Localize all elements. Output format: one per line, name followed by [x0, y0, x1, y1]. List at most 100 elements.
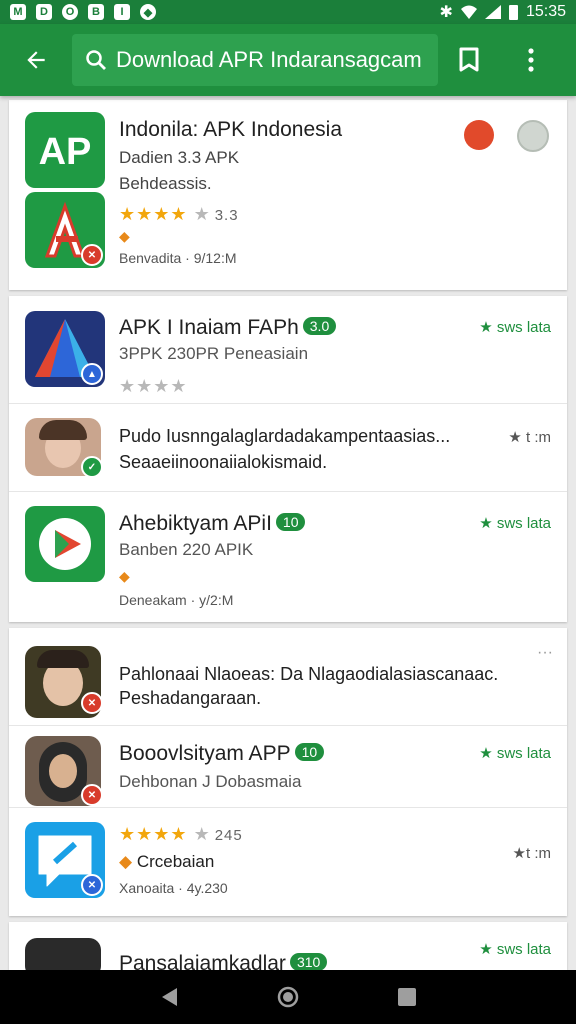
ap-logo-icon: AP	[39, 131, 92, 173]
app-title[interactable]: APK I Inaiam FAPh 3.0	[119, 316, 337, 340]
app-title-text: APK I Inaiam FAPh	[119, 316, 299, 339]
more-vert-icon	[528, 48, 534, 72]
app-icon[interactable]: ✕	[25, 822, 105, 898]
version-pill: 10	[294, 743, 325, 761]
brand-badge-icon: ✕	[81, 784, 103, 806]
app-subtitle: Banben 220 APIK	[119, 540, 254, 559]
brand-badge-icon: ✕	[81, 244, 103, 266]
post-text: Peshadangaraan.	[119, 688, 262, 708]
home-nav-icon[interactable]	[277, 986, 299, 1008]
list-item[interactable]: ✕ Pahlonaai Nlaoeas: Da Nlagaodialasiasc…	[9, 628, 567, 726]
app-icon[interactable]: AP	[25, 112, 105, 188]
battery-icon	[508, 4, 518, 20]
notification-icon: I	[114, 4, 130, 20]
app-meta: Deneakam · y/2:M	[119, 592, 234, 608]
rating-value: 245	[214, 827, 243, 844]
notification-icon: O	[62, 4, 78, 20]
rank-badge-text: sws lata	[496, 745, 551, 762]
app-card[interactable]: AP ✕ Indonila: APK Indonesia Dadien 3.3 …	[9, 100, 567, 290]
list-item[interactable]: ✓ Pudo Iusnngalaglardadakampentaasias...…	[9, 404, 567, 492]
bluetooth-icon: ✱	[439, 4, 453, 21]
bookmark-icon	[459, 47, 479, 72]
status-bar: M D O B I ◆ ✱ 15:35	[0, 0, 576, 24]
chat-icon[interactable]	[464, 120, 494, 150]
app-meta: Xanoaita · 4y.230	[119, 880, 228, 896]
rank-badge-text: sws lata	[496, 941, 551, 958]
rating-value: 3.3	[214, 207, 239, 224]
version-pill: 10	[275, 513, 306, 531]
version-pill: 310	[289, 953, 328, 970]
back-nav-icon[interactable]	[159, 986, 179, 1008]
app-subtitle: 3PPK 230PR Peneasiain	[119, 344, 309, 363]
app-description: Behdeassis.	[119, 174, 212, 193]
rating-stars: ★★★★ ★ 245	[119, 824, 243, 844]
list-item[interactable]: AP ✕ Indonila: APK Indonesia Dadien 3.3 …	[9, 100, 567, 290]
rank-badge: ★ sws lata	[479, 745, 551, 762]
rank-badge: ★ t :m	[508, 429, 551, 446]
bookmark-button[interactable]	[438, 24, 500, 96]
play-bubble-logo-icon	[39, 518, 91, 570]
list-item[interactable]: ✕ ★★★★ ★ 245 ◆ Crcebaian Xanoaita · 4y.23…	[9, 808, 567, 916]
notification-icon: B	[88, 4, 104, 20]
arrow-back-icon	[27, 51, 45, 69]
signal-icon	[484, 5, 501, 19]
app-title[interactable]: Pansalaiamkadlar 310	[119, 952, 328, 970]
category-icon: ◆	[119, 568, 130, 584]
app-title-text: Ahebiktyam APiI	[119, 512, 272, 535]
rank-badge: ★ sws lata	[479, 941, 551, 958]
list-item[interactable]: Ahebiktyam APiI 10 Banben 220 APIK ◆ Dene…	[9, 492, 567, 622]
more-horiz-icon[interactable]: ···	[537, 644, 553, 662]
rank-badge-text: sws lata	[496, 515, 551, 532]
notification-icon: M	[10, 4, 26, 20]
verified-badge-icon: ✕	[81, 874, 103, 896]
overflow-menu-button[interactable]	[500, 24, 562, 96]
wifi-icon	[460, 5, 477, 19]
verified-badge-icon: ▲	[81, 363, 103, 385]
app-card[interactable]: Pansalaiamkadlar 310 ★ sws lata	[9, 922, 567, 970]
app-card[interactable]: ✕ Pahlonaai Nlaoeas: Da Nlagaodialasiasc…	[9, 628, 567, 916]
search-query: Download APR Indaransagcam	[116, 47, 422, 72]
avatar-icon[interactable]	[517, 120, 549, 152]
post-text: Seaaeiinoonaiialokismaid.	[119, 452, 328, 472]
category-icon: ◆	[119, 228, 130, 244]
category-label: Crcebaian	[136, 852, 215, 871]
app-title[interactable]: Booovlsityam APP 10	[119, 742, 325, 766]
rank-badge: ★t :m	[512, 845, 551, 862]
app-icon[interactable]	[25, 506, 105, 582]
app-subtitle: Dadien 3.3 APK	[119, 148, 240, 167]
list-item[interactable]: Pansalaiamkadlar 310 ★ sws lata	[9, 922, 567, 970]
rank-badge: ★ sws lata	[479, 319, 551, 336]
app-meta: Benvadita · 9/12:M	[119, 250, 237, 266]
verified-badge-icon: ✓	[81, 456, 103, 478]
version-pill: 3.0	[302, 317, 337, 335]
notification-icon: D	[36, 4, 52, 20]
recents-nav-icon[interactable]	[397, 987, 417, 1007]
post-text: Pahlonaai Nlaoeas: Da Nlagaodialasiascan…	[119, 664, 499, 684]
app-bar: Download APR Indaransagcam	[0, 24, 576, 96]
app-title-text: Booovlsityam APP	[119, 742, 291, 765]
list-item[interactable]: ▲ APK I Inaiam FAPh 3.0 3PPK 230PR Peneas…	[9, 296, 567, 404]
brand-badge-icon: ✕	[81, 692, 103, 714]
app-title[interactable]: Indonila: APK Indonesia	[119, 118, 342, 142]
app-category: ◆ Crcebaian	[119, 852, 215, 871]
notification-icons: M D O B I ◆	[10, 4, 156, 20]
avatar	[25, 938, 101, 970]
rating-stars: ★★★★	[119, 376, 188, 396]
app-title[interactable]: Ahebiktyam APiI 10	[119, 512, 306, 536]
svg-text:AP: AP	[39, 131, 92, 173]
system-nav-bar	[0, 970, 576, 1024]
app-icon[interactable]: ▲	[25, 311, 105, 387]
notification-icon: ◆	[140, 4, 156, 20]
app-card[interactable]: ▲ APK I Inaiam FAPh 3.0 3PPK 230PR Peneas…	[9, 296, 567, 622]
list-item[interactable]: ✕ Booovlsityam APP 10 Dehbonan J Dobasmai…	[9, 726, 567, 808]
clock: 15:35	[525, 3, 566, 20]
search-icon	[86, 50, 106, 70]
app-icon[interactable]: ✕	[25, 192, 105, 268]
search-box[interactable]: Download APR Indaransagcam	[72, 34, 438, 86]
back-button[interactable]	[0, 24, 72, 96]
app-subtitle: Dehbonan J Dobasmaia	[119, 772, 302, 791]
app-title-text: Pansalaiamkadlar	[119, 952, 286, 970]
rank-badge: ★ sws lata	[479, 515, 551, 532]
rank-badge-text: sws lata	[496, 319, 551, 336]
post-text: Pudo Iusnngalaglardadakampentaasias...	[119, 426, 451, 446]
